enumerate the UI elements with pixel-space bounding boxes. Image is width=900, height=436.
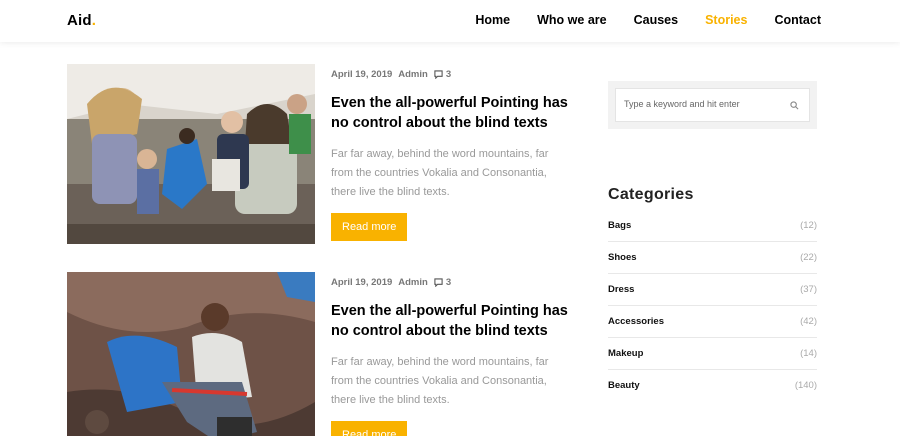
category-label[interactable]: Shoes [608, 252, 637, 263]
search-input[interactable] [624, 99, 784, 109]
logo-text: Aid [67, 12, 92, 29]
category-label[interactable]: Makeup [608, 348, 643, 359]
post-meta: April 19, 2019 Admin 3 [331, 69, 581, 80]
post-meta: April 19, 2019 Admin 3 [331, 277, 581, 288]
post-author[interactable]: Admin [398, 69, 428, 80]
read-more-button[interactable]: Read more [331, 213, 408, 241]
nav-stories[interactable]: Stories [705, 13, 747, 27]
comment-icon [434, 278, 443, 287]
site-logo[interactable]: Aid. [67, 12, 96, 29]
category-count: (22) [800, 252, 817, 263]
post-body: April 19, 2019 Admin 3 Even the all-powe… [331, 64, 581, 241]
post-date[interactable]: April 19, 2019 [331, 69, 392, 80]
search-icon[interactable] [790, 101, 799, 110]
category-count: (140) [794, 380, 817, 391]
post-image[interactable] [67, 64, 315, 244]
nav-causes[interactable]: Causes [634, 13, 678, 27]
logo-dot: . [91, 12, 97, 29]
nav-home[interactable]: Home [475, 13, 510, 27]
category-count: (42) [800, 316, 817, 327]
post-comments[interactable]: 3 [434, 69, 451, 80]
category-label[interactable]: Beauty [608, 380, 640, 391]
blog-post: April 19, 2019 Admin 3 Even the all-powe… [67, 64, 587, 244]
category-item[interactable]: Accessories (42) [608, 306, 817, 338]
blog-post: April 19, 2019 Admin 3 Even the all-powe… [67, 272, 587, 436]
post-title[interactable]: Even the all-powerful Pointing has no co… [331, 301, 581, 341]
search-widget [608, 81, 817, 129]
main-nav: Home Who we are Causes Stories Contact [448, 13, 821, 27]
category-count: (37) [800, 284, 817, 295]
post-excerpt: Far far away, behind the word mountains,… [331, 148, 549, 198]
comment-icon [434, 70, 443, 79]
category-item[interactable]: Dress (37) [608, 274, 817, 306]
post-title[interactable]: Even the all-powerful Pointing has no co… [331, 93, 581, 133]
category-label[interactable]: Dress [608, 284, 634, 295]
post-excerpt: Far far away, behind the word mountains,… [331, 356, 549, 406]
search-field-wrapper [615, 88, 810, 122]
category-label[interactable]: Accessories [608, 316, 664, 327]
nav-who-we-are[interactable]: Who we are [537, 13, 606, 27]
post-image[interactable] [67, 272, 315, 436]
category-item[interactable]: Beauty (140) [608, 370, 817, 402]
read-more-button[interactable]: Read more [331, 421, 408, 436]
post-body: April 19, 2019 Admin 3 Even the all-powe… [331, 272, 581, 436]
post-date[interactable]: April 19, 2019 [331, 277, 392, 288]
category-count: (12) [800, 220, 817, 231]
site-header: Aid. Home Who we are Causes Stories Cont… [0, 0, 900, 42]
post-comments[interactable]: 3 [434, 277, 451, 288]
category-item[interactable]: Makeup (14) [608, 338, 817, 370]
categories-list: Bags (12) Shoes (22) Dress (37) Accessor… [608, 210, 817, 402]
categories-heading: Categories [608, 186, 694, 203]
nav-contact[interactable]: Contact [774, 13, 821, 27]
category-label[interactable]: Bags [608, 220, 631, 231]
category-item[interactable]: Bags (12) [608, 210, 817, 242]
comment-count: 3 [445, 277, 452, 288]
category-count: (14) [800, 348, 817, 359]
post-author[interactable]: Admin [398, 277, 428, 288]
comment-count: 3 [445, 69, 452, 80]
category-item[interactable]: Shoes (22) [608, 242, 817, 274]
